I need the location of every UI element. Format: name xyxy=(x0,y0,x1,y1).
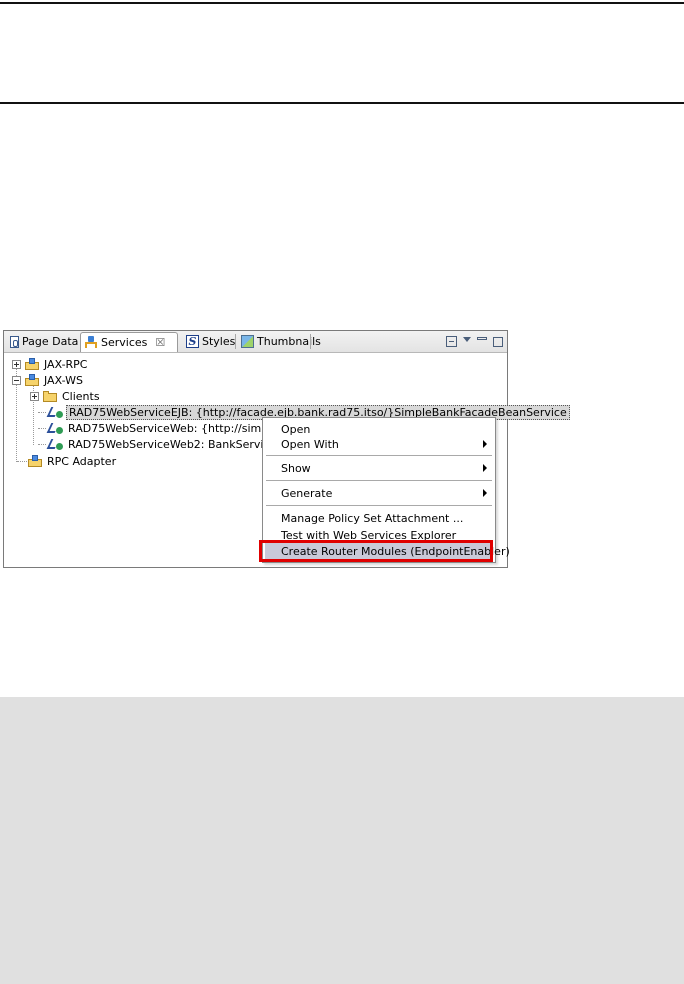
bottom-rule xyxy=(0,102,684,104)
menu-item-label: Open With xyxy=(281,437,339,451)
menu-item-label: Generate xyxy=(281,486,333,500)
view-tab-bar: Page Data Services ☒ S Styles Thumbnails xyxy=(4,331,507,353)
tree-item-label: RAD75WebServiceWeb2: BankService xyxy=(68,437,277,451)
menu-separator xyxy=(266,455,492,456)
web-service-icon xyxy=(48,422,64,435)
menu-item-label: Open xyxy=(281,422,311,436)
top-rule xyxy=(0,2,684,4)
tab-thumbnails[interactable]: Thumbnails xyxy=(237,332,325,351)
view-controls xyxy=(446,333,503,350)
tab-thumbnails-label: Thumbnails xyxy=(257,335,321,348)
expand-icon[interactable] xyxy=(30,391,39,401)
tree-item-label: JAX-RPC xyxy=(44,357,88,371)
menu-item-generate[interactable]: Generate xyxy=(265,485,493,501)
tree-item-jax-ws[interactable]: JAX-WS xyxy=(12,372,83,388)
folder-icon xyxy=(42,390,58,403)
tab-styles[interactable]: S Styles xyxy=(182,332,239,351)
tab-styles-label: Styles xyxy=(202,335,236,348)
tree-item-jax-rpc[interactable]: JAX-RPC xyxy=(12,356,88,372)
thumbnails-icon xyxy=(241,335,254,348)
tree-item-label: Clients xyxy=(62,389,100,403)
tab-services[interactable]: Services ☒ xyxy=(80,332,178,352)
styles-icon: S xyxy=(186,335,199,348)
tab-services-label: Services xyxy=(101,336,148,349)
menu-item-label: Show xyxy=(281,461,311,475)
minimize-icon[interactable] xyxy=(477,337,487,340)
tab-page-data[interactable]: Page Data xyxy=(6,332,82,351)
service-folder-icon xyxy=(24,357,40,371)
menu-item-manage-policy-set[interactable]: Manage Policy Set Attachment ... xyxy=(265,510,493,526)
close-icon[interactable]: ☒ xyxy=(155,336,165,349)
maximize-icon[interactable] xyxy=(493,336,503,347)
web-service-icon xyxy=(48,406,64,419)
tab-divider xyxy=(235,334,236,349)
tab-page-data-label: Page Data xyxy=(22,335,79,348)
tree-item-rpc-adapter[interactable]: RPC Adapter xyxy=(24,453,116,469)
view-menu-icon[interactable] xyxy=(463,337,471,342)
web-service-icon xyxy=(48,438,64,451)
tree-item-label: JAX-WS xyxy=(44,373,83,387)
submenu-arrow-icon xyxy=(483,489,487,497)
service-folder-icon xyxy=(27,454,43,468)
submenu-arrow-icon xyxy=(483,464,487,472)
menu-item-label: Manage Policy Set Attachment ... xyxy=(281,511,464,525)
services-icon xyxy=(85,336,98,349)
tree-item-rad75webserviceweb2[interactable]: RAD75WebServiceWeb2: BankService xyxy=(45,436,276,452)
tab-divider xyxy=(310,334,311,349)
page-data-icon xyxy=(10,335,19,348)
menu-item-show[interactable]: Show xyxy=(265,460,493,476)
menu-separator xyxy=(266,505,492,506)
menu-item-open[interactable]: Open xyxy=(265,421,493,437)
tree-item-label: RPC Adapter xyxy=(47,454,117,468)
tree-item-clients[interactable]: Clients xyxy=(30,388,100,404)
menu-item-open-with[interactable]: Open With xyxy=(265,436,493,452)
service-folder-icon xyxy=(24,373,40,387)
collapse-all-icon[interactable] xyxy=(446,336,457,347)
highlight-box xyxy=(259,540,493,562)
submenu-arrow-icon xyxy=(483,440,487,448)
collapse-icon[interactable] xyxy=(12,375,21,385)
expand-icon[interactable] xyxy=(12,359,21,369)
menu-separator xyxy=(266,480,492,481)
grey-box xyxy=(0,697,684,984)
